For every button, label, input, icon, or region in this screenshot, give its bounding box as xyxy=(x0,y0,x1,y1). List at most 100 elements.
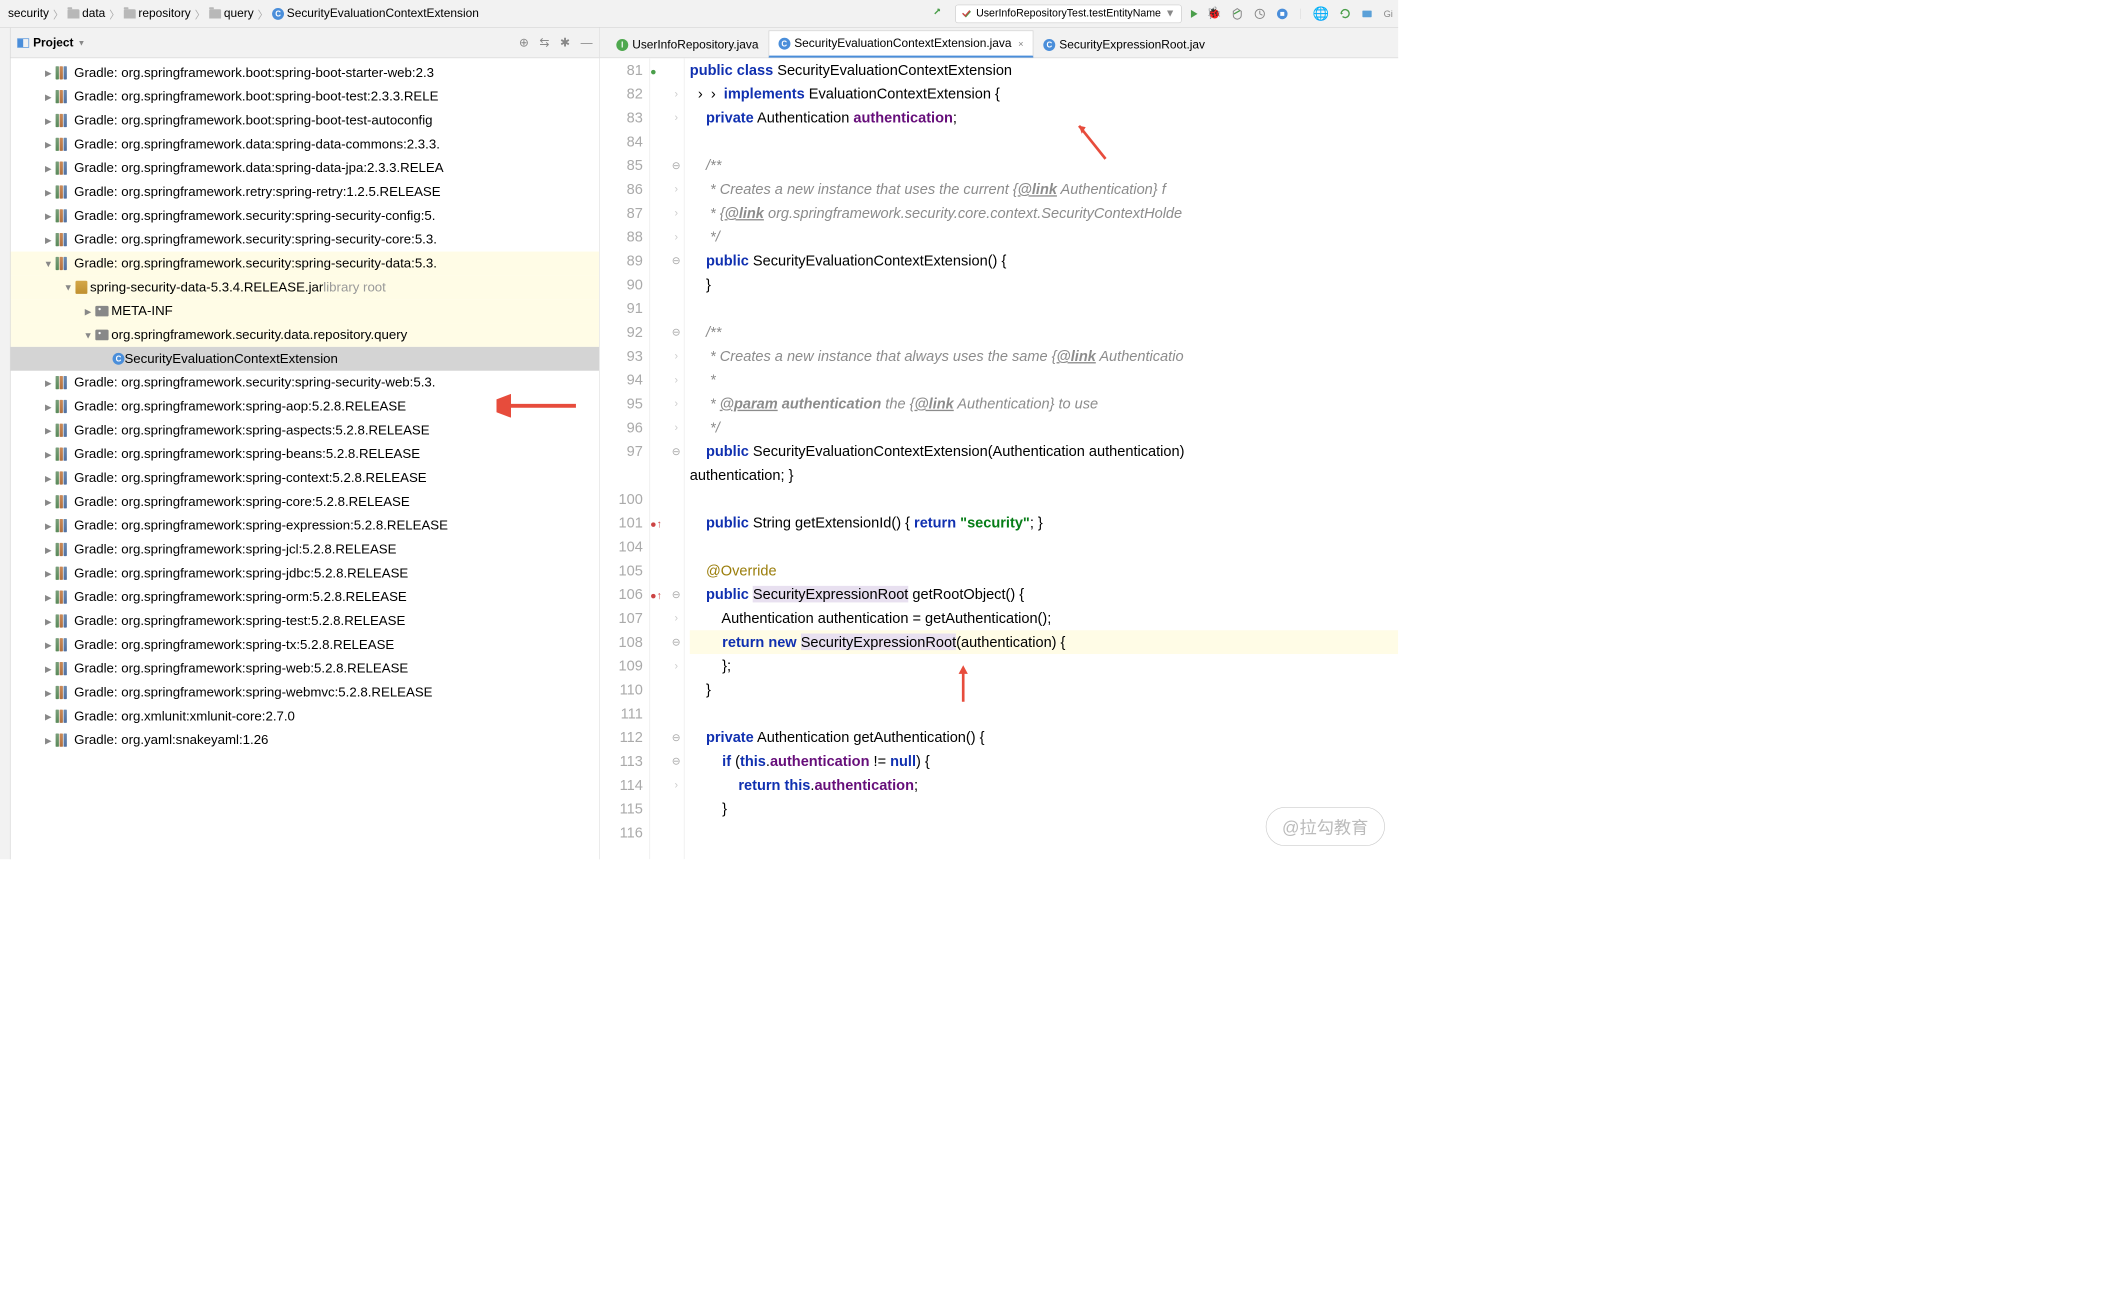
tree-row[interactable]: Gradle: org.springframework.boot:spring-… xyxy=(11,109,600,133)
run-icon[interactable] xyxy=(1191,10,1198,18)
tree-row[interactable]: Gradle: org.springframework.boot:spring-… xyxy=(11,85,600,109)
tree-arrow-icon[interactable] xyxy=(44,425,53,436)
tree-arrow-icon[interactable] xyxy=(44,734,53,745)
editor-tab[interactable]: CSecurityEvaluationContextExtension.java… xyxy=(768,30,1033,57)
tree-arrow-icon[interactable] xyxy=(44,544,53,555)
coverage-icon[interactable] xyxy=(1231,7,1244,20)
crumb-repository[interactable]: repository xyxy=(121,5,193,22)
tree-row[interactable]: Gradle: org.springframework.security:spr… xyxy=(11,252,600,276)
tree-arrow-icon[interactable] xyxy=(44,591,53,602)
fold-toggle[interactable]: ⊖ xyxy=(669,249,684,273)
fold-toggle[interactable]: ⊖ xyxy=(669,440,684,464)
tree-row[interactable]: Gradle: org.springframework.retry:spring… xyxy=(11,180,600,204)
build-icon[interactable] xyxy=(933,7,946,20)
debug-icon[interactable]: 🐞 xyxy=(1207,7,1222,21)
tree-arrow-icon[interactable] xyxy=(44,186,53,197)
tree-arrow-icon[interactable] xyxy=(44,115,53,126)
tree-row[interactable]: Gradle: org.springframework:spring-conte… xyxy=(11,466,600,490)
fold-toggle[interactable]: › xyxy=(669,606,684,630)
crumb-security[interactable]: security xyxy=(5,5,51,22)
select-opened-icon[interactable]: ⊕ xyxy=(519,36,529,50)
tree-arrow-icon[interactable] xyxy=(44,711,53,722)
fold-toggle[interactable] xyxy=(669,511,684,535)
tree-arrow-icon[interactable] xyxy=(44,210,53,221)
tree-row[interactable]: Gradle: org.springframework:spring-core:… xyxy=(11,490,600,514)
fold-toggle[interactable]: › xyxy=(669,225,684,249)
fold-toggle[interactable] xyxy=(669,821,684,845)
hide-icon[interactable]: — xyxy=(581,36,593,50)
tree-row[interactable]: Gradle: org.springframework:spring-web:5… xyxy=(11,657,600,681)
tree-row[interactable]: Gradle: org.springframework:spring-jcl:5… xyxy=(11,538,600,562)
tree-row[interactable]: Gradle: org.springframework.data:spring-… xyxy=(11,156,600,180)
editor-tab[interactable]: IUserInfoRepository.java xyxy=(606,32,768,58)
tree-row[interactable]: Gradle: org.springframework:spring-tx:5.… xyxy=(11,633,600,657)
settings-icon[interactable]: ✱ xyxy=(560,36,570,50)
fold-toggle[interactable] xyxy=(669,297,684,321)
update-icon[interactable] xyxy=(1339,7,1352,20)
fold-toggle[interactable]: › xyxy=(669,106,684,130)
tree-row[interactable]: Gradle: org.springframework.security:spr… xyxy=(11,228,600,252)
fold-toggle[interactable]: › xyxy=(669,82,684,106)
run-config-selector[interactable]: UserInfoRepositoryTest.testEntityName ▼ xyxy=(956,4,1182,23)
crumb-query[interactable]: query xyxy=(207,5,257,22)
fold-toggle[interactable]: › xyxy=(669,654,684,678)
code-content[interactable]: public class SecurityEvaluationContextEx… xyxy=(685,58,1399,859)
tree-arrow-icon[interactable] xyxy=(44,568,53,579)
tree-arrow-icon[interactable] xyxy=(44,377,53,388)
fold-toggle[interactable] xyxy=(669,797,684,821)
git-icon[interactable]: 🌐 xyxy=(1313,5,1329,22)
code-editor[interactable]: 8182838485868788899091929394959697100101… xyxy=(600,58,1398,859)
fold-toggle[interactable] xyxy=(669,463,684,487)
fold-toggle[interactable]: › xyxy=(669,368,684,392)
tree-row[interactable]: CSecurityEvaluationContextExtension xyxy=(11,347,600,371)
fold-toggle[interactable] xyxy=(669,559,684,583)
project-panel-title[interactable]: Project ▼ xyxy=(17,36,85,50)
fold-toggle[interactable] xyxy=(669,130,684,154)
fold-toggle[interactable]: ⊖ xyxy=(669,726,684,750)
crumb-data[interactable]: data xyxy=(65,5,108,22)
tree-row[interactable]: Gradle: org.springframework.security:spr… xyxy=(11,204,600,228)
tree-arrow-icon[interactable] xyxy=(44,163,53,174)
tree-row[interactable]: Gradle: org.xmlunit:xmlunit-core:2.7.0 xyxy=(11,704,600,728)
tree-row[interactable]: Gradle: org.springframework:spring-aspec… xyxy=(11,418,600,442)
tree-row[interactable]: Gradle: org.springframework:spring-test:… xyxy=(11,609,600,633)
crumb-class[interactable]: CSecurityEvaluationContextExtension xyxy=(270,5,482,22)
tree-row[interactable]: Gradle: org.springframework.data:spring-… xyxy=(11,132,600,156)
tree-arrow-icon[interactable] xyxy=(44,615,53,626)
tree-row[interactable]: Gradle: org.springframework.boot:spring-… xyxy=(11,61,600,85)
fold-toggle[interactable] xyxy=(669,678,684,702)
fold-toggle[interactable] xyxy=(669,58,684,82)
tree-row[interactable]: Gradle: org.springframework:spring-expre… xyxy=(11,514,600,538)
tree-arrow-icon[interactable] xyxy=(44,639,53,650)
tree-row[interactable]: Gradle: org.springframework.security:spr… xyxy=(11,371,600,395)
tree-arrow-icon[interactable] xyxy=(44,520,53,531)
more-icon[interactable]: Gi xyxy=(1384,8,1393,19)
fold-toggle[interactable]: ⊖ xyxy=(669,320,684,344)
tree-arrow-icon[interactable] xyxy=(44,449,53,460)
close-tab-icon[interactable]: × xyxy=(1018,38,1023,49)
tree-row[interactable]: spring-security-data-5.3.4.RELEASE.jar l… xyxy=(11,275,600,299)
fold-toggle[interactable] xyxy=(669,702,684,726)
commit-icon[interactable] xyxy=(1361,7,1374,20)
tree-row[interactable]: Gradle: org.yaml:snakeyaml:1.26 xyxy=(11,728,600,752)
stop-icon[interactable] xyxy=(1276,7,1289,20)
tree-row[interactable]: org.springframework.security.data.reposi… xyxy=(11,323,600,347)
tree-arrow-icon[interactable] xyxy=(44,67,53,78)
fold-toggle[interactable]: › xyxy=(669,201,684,225)
tree-arrow-icon[interactable] xyxy=(83,306,92,317)
tree-arrow-icon[interactable] xyxy=(44,258,53,269)
tree-arrow-icon[interactable] xyxy=(44,91,53,102)
tree-row[interactable]: Gradle: org.springframework:spring-webmv… xyxy=(11,681,600,705)
fold-toggle[interactable] xyxy=(669,535,684,559)
profile-icon[interactable] xyxy=(1253,7,1266,20)
tree-arrow-icon[interactable] xyxy=(44,472,53,483)
editor-tab[interactable]: CSecurityExpressionRoot.jav xyxy=(1033,32,1214,58)
fold-toggle[interactable]: ⊖ xyxy=(669,630,684,654)
fold-toggle[interactable] xyxy=(669,273,684,297)
expand-icon[interactable]: ⇆ xyxy=(539,36,549,50)
tree-arrow-icon[interactable] xyxy=(44,687,53,698)
fold-toggle[interactable]: › xyxy=(669,392,684,416)
tree-arrow-icon[interactable] xyxy=(44,663,53,674)
tree-arrow-icon[interactable] xyxy=(44,234,53,245)
fold-toggle[interactable]: › xyxy=(669,177,684,201)
